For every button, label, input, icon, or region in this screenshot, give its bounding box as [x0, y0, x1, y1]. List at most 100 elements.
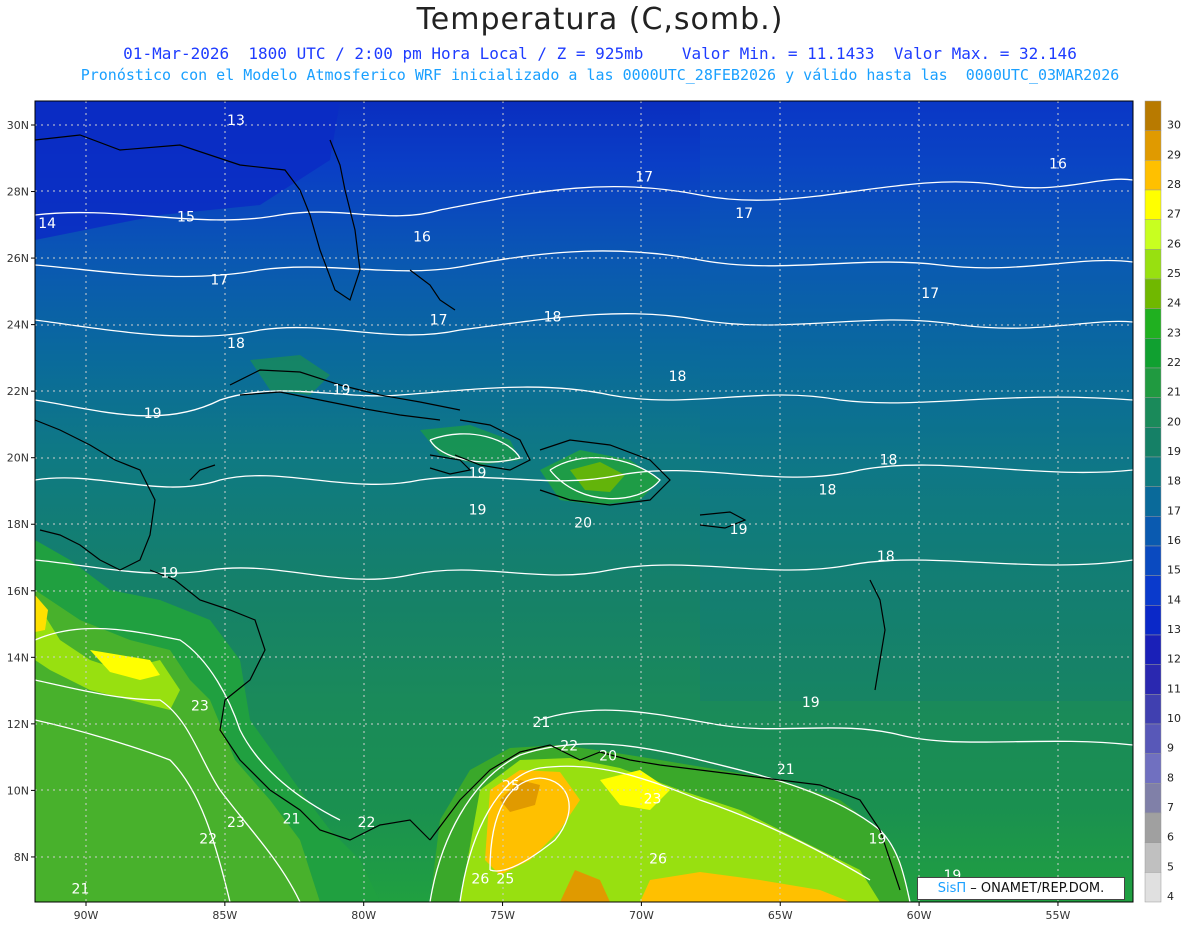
credit-badge: SisΠ – ONAMET/REP.DOM. — [917, 877, 1125, 900]
isotherm-label: 21 — [283, 812, 301, 828]
isotherm-label: 17 — [210, 273, 228, 289]
isotherm-label: 18 — [877, 549, 895, 565]
lon-tick-label: 70W — [629, 909, 654, 922]
isotherm-label: 14 — [38, 216, 56, 232]
isotherm-label: 18 — [227, 336, 245, 352]
isotherm-label: 18 — [669, 369, 687, 385]
colorbar-swatch — [1144, 397, 1162, 428]
lat-tick-label: 24N — [7, 319, 29, 332]
colorbar-label: 16 — [1167, 534, 1181, 547]
colorbar-swatch — [1144, 842, 1162, 873]
isotherm-label: 18 — [544, 309, 562, 325]
colorbar-swatch — [1144, 278, 1162, 309]
colorbar-label: 30 — [1167, 119, 1181, 132]
colorbar-label: 4 — [1167, 890, 1174, 903]
isotherm-label: 17 — [430, 313, 448, 329]
colorbar-label: 25 — [1167, 267, 1181, 280]
isotherm-label: 25 — [502, 778, 520, 794]
colorbar-swatch — [1144, 456, 1162, 487]
lon-tick-label: 60W — [907, 909, 932, 922]
colorbar-label: 28 — [1167, 178, 1181, 191]
isotherm-label: 15 — [177, 209, 195, 225]
colorbar-label: 19 — [1167, 445, 1181, 458]
temperature-map: 13 14 15 16 17 17 16 17 17 17 18 18 18 19 19 18 19 18 19 20… — [7, 100, 1181, 922]
isotherm-label: 26 — [649, 852, 667, 868]
colorbar-label: 27 — [1167, 208, 1181, 221]
isotherm-label: 18 — [819, 482, 837, 498]
colorbar-label: 22 — [1167, 356, 1181, 369]
colorbar-swatch — [1144, 338, 1162, 369]
colorbar-label: 24 — [1167, 297, 1181, 310]
isotherm-label: 22 — [199, 832, 217, 848]
colorbar-label: 14 — [1167, 593, 1181, 606]
isotherm-label: 20 — [599, 748, 617, 764]
colorbar-swatch — [1144, 427, 1162, 458]
colorbar-swatch — [1144, 872, 1162, 903]
colorbar-swatch — [1144, 367, 1162, 398]
isotherm-label: 19 — [144, 406, 162, 422]
colorbar-swatch — [1144, 308, 1162, 339]
colorbar-label: 8 — [1167, 771, 1174, 784]
isotherm-label: 21 — [72, 882, 90, 898]
colorbar-swatch — [1144, 516, 1162, 547]
colorbar-label: 12 — [1167, 653, 1181, 666]
isotherm-label: 19 — [469, 502, 487, 518]
colorbar-label: 13 — [1167, 623, 1181, 636]
colorbar-swatch — [1144, 753, 1162, 784]
isotherm-label: 23 — [644, 792, 662, 808]
colorbar-label: 23 — [1167, 326, 1181, 339]
isotherm-label: 19 — [333, 382, 351, 398]
colorbar-label: 15 — [1167, 564, 1181, 577]
credit-brand: SisΠ — [937, 881, 967, 896]
colorbar-label: 6 — [1167, 831, 1174, 844]
colorbar-label: 9 — [1167, 742, 1174, 755]
colorbar-swatch — [1144, 189, 1162, 220]
colorbar-swatch — [1144, 545, 1162, 576]
colorbar-swatch — [1144, 605, 1162, 636]
latitude-axis: 30N 28N 26N 24N 22N 20N 18N 16N 14N 12N 10N 8N — [7, 119, 35, 864]
lat-tick-label: 16N — [7, 585, 29, 598]
isotherm-label: 26 — [471, 872, 489, 888]
isotherm-label: 19 — [469, 466, 487, 482]
isotherm-label: 19 — [160, 565, 178, 581]
colorbar-swatch — [1144, 634, 1162, 665]
colorbar-label: 7 — [1167, 801, 1174, 814]
colorbar-swatch — [1144, 100, 1162, 131]
colorbar-swatch — [1144, 664, 1162, 695]
isotherm-label: 17 — [735, 206, 753, 222]
colorbar-swatch — [1144, 575, 1162, 606]
colorbar-swatch — [1144, 812, 1162, 843]
colorbar-swatch — [1144, 783, 1162, 814]
colorbar-label: 29 — [1167, 148, 1181, 161]
lat-tick-label: 22N — [7, 385, 29, 398]
colorbar-swatch — [1144, 160, 1162, 191]
lon-tick-label: 65W — [768, 909, 793, 922]
colorbar-swatch — [1144, 694, 1162, 725]
isotherm-label: 20 — [574, 516, 592, 532]
lat-tick-label: 10N — [7, 784, 29, 797]
isotherm-label: 23 — [227, 815, 245, 831]
lon-tick-label: 90W — [74, 909, 99, 922]
colorbar-label: 10 — [1167, 712, 1181, 725]
isotherm-label: 16 — [413, 229, 431, 245]
lat-tick-label: 8N — [14, 851, 29, 864]
colorbar-label: 11 — [1167, 682, 1181, 695]
colorbar-label: 26 — [1167, 237, 1181, 250]
colorbar-label: 5 — [1167, 860, 1174, 873]
isotherm-label: 13 — [227, 113, 245, 129]
lat-tick-label: 14N — [7, 651, 29, 664]
isotherm-label: 17 — [635, 170, 653, 186]
isotherm-label: 21 — [533, 715, 551, 731]
isotherm-label: 19 — [869, 832, 887, 848]
isotherm-label: 22 — [560, 738, 578, 754]
lon-tick-label: 80W — [351, 909, 376, 922]
lat-tick-label: 28N — [7, 186, 29, 199]
isotherm-label: 21 — [777, 762, 795, 778]
isotherm-label: 19 — [802, 695, 820, 711]
colorbar-swatch — [1144, 486, 1162, 517]
lat-tick-label: 18N — [7, 518, 29, 531]
isotherm-label: 22 — [358, 815, 376, 831]
colorbar-swatch — [1144, 219, 1162, 250]
longitude-axis: 90W 85W 80W 75W 70W 65W 60W 55W — [74, 902, 1071, 922]
colorbar-label: 20 — [1167, 415, 1181, 428]
